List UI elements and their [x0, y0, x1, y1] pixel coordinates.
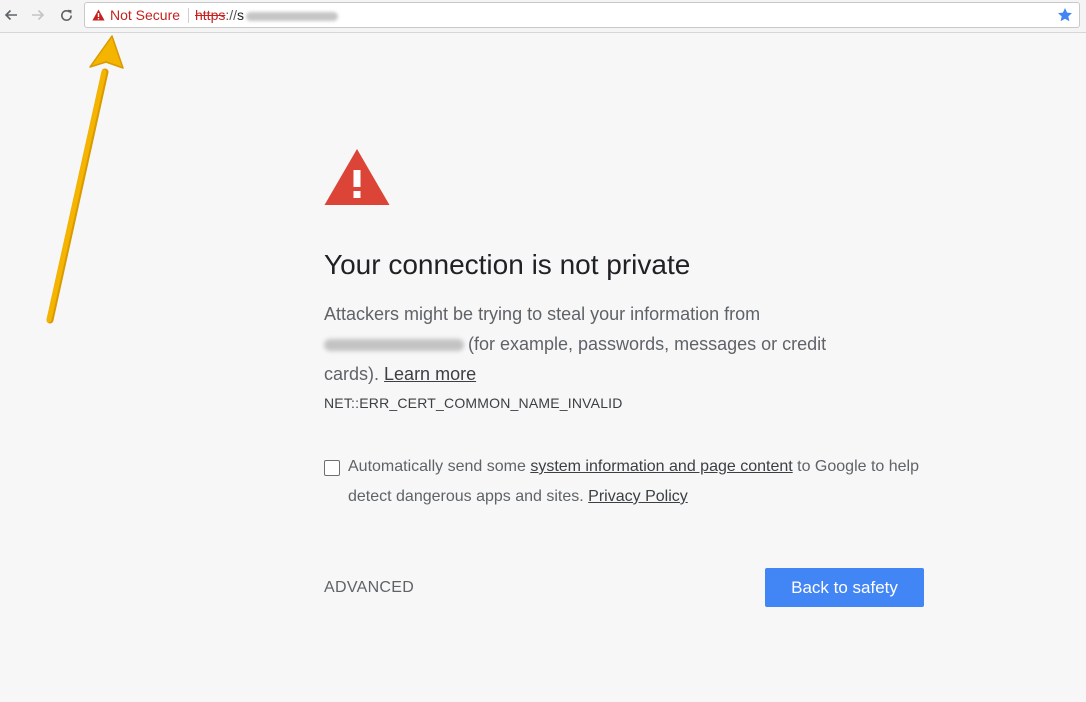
url-separator: :// — [225, 7, 238, 23]
optin-part-1: Automatically send some — [348, 458, 526, 475]
url-text[interactable]: https://s — [195, 7, 339, 23]
arrow-left-icon — [4, 9, 17, 21]
arrow-right-icon — [32, 9, 45, 21]
security-chip-label[interactable]: Not Secure — [110, 7, 180, 23]
star-icon[interactable] — [1057, 7, 1073, 23]
privacy-policy-link[interactable]: Privacy Policy — [588, 488, 688, 505]
annotation-arrow — [46, 35, 124, 324]
blurred-url-host — [246, 11, 339, 21]
back-button[interactable] — [0, 4, 22, 26]
url-scheme: https — [195, 7, 226, 23]
blurred-site-host — [324, 339, 464, 352]
reload-button[interactable] — [55, 4, 77, 26]
explanation-text: Attackers might be trying to steal your … — [324, 299, 884, 389]
error-code: NET::ERR_CERT_COMMON_NAME_INVALID — [324, 395, 623, 411]
url-host: s — [237, 7, 245, 23]
forward-button[interactable] — [27, 4, 49, 26]
back-to-safety-button[interactable]: Back to safety — [765, 568, 924, 607]
address-bar[interactable]: Not Secure https://s — [84, 2, 1080, 28]
address-bar-divider — [188, 8, 189, 23]
warning-triangle-icon — [92, 9, 105, 21]
page-title: Your connection is not private — [324, 249, 691, 280]
extended-reporting-checkbox[interactable] — [324, 460, 340, 476]
learn-more-link[interactable]: Learn more — [384, 364, 476, 384]
explanation-part-1: Attackers might be trying to steal your … — [324, 304, 761, 324]
browser-toolbar: Not Secure https://s — [0, 0, 1086, 33]
warning-triangle-icon — [324, 149, 390, 205]
optin-text: Automatically send some system informati… — [348, 452, 924, 512]
system-information-link[interactable]: system information and page content — [530, 458, 792, 475]
advanced-button[interactable]: ADVANCED — [324, 578, 414, 598]
reload-icon — [60, 9, 72, 21]
